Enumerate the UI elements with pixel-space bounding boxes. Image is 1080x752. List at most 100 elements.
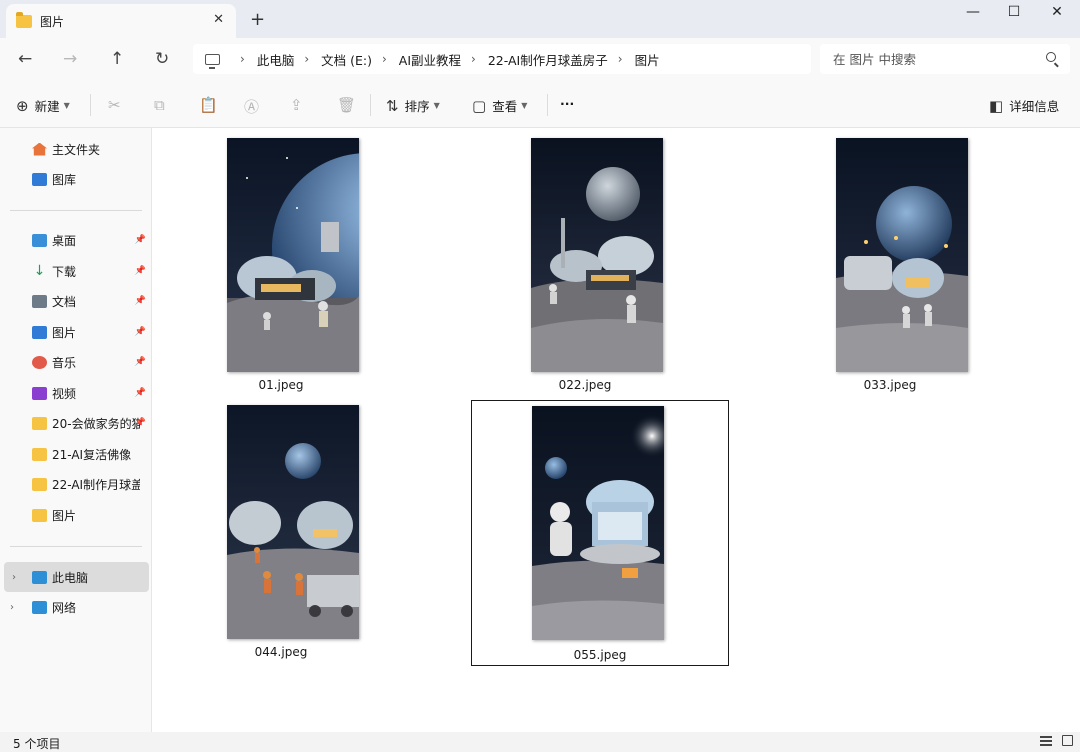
sidebar-item-label: 20-会做家务的猫 [52,416,140,431]
maximize-button[interactable]: ☐ [999,4,1029,20]
image-thumbnail [227,138,359,372]
pin-icon[interactable]: 📌 [135,388,146,398]
rename-icon: Ⓐ [244,98,260,116]
back-button[interactable]: ← [18,49,32,69]
minimize-button[interactable]: — [958,4,988,20]
up-button[interactable]: ↑ [110,49,124,69]
breadcrumb-separator[interactable]: › [618,52,623,66]
breadcrumb-this-pc[interactable]: 此电脑 [257,50,295,69]
item-count: 5 个项目 [13,737,61,751]
sidebar-item-folder-pictures[interactable]: 图片 [0,500,150,530]
file-item[interactable]: 01.jpeg [152,128,410,394]
home-icon [32,142,47,156]
sidebar-item-folder-22[interactable]: 22-AI制作月球盖房子 [0,469,150,499]
chevron-down-icon: ▼ [63,101,70,110]
sidebar-item-desktop[interactable]: 桌面 📌 [0,225,150,255]
sidebar-item-pictures[interactable]: 图片 📌 [0,317,150,347]
tab-close-button[interactable]: ✕ [213,12,224,27]
file-name: 055.jpeg [573,648,627,662]
computer-icon [205,53,220,69]
sidebar-item-label: 图片 [52,508,77,523]
video-icon [32,386,47,400]
file-item[interactable]: 033.jpeg [761,128,1019,394]
rename-button[interactable]: Ⓐ [244,96,265,117]
breadcrumb-separator[interactable]: › [304,52,309,66]
sidebar-divider [10,546,142,547]
network-icon [32,600,47,614]
tab-pictures[interactable]: 图片 ✕ [6,4,236,38]
sidebar-item-label: 图片 [52,325,77,340]
pictures-icon [32,325,47,339]
chevron-right-icon[interactable]: › [10,602,14,613]
sidebar-item-label: 音乐 [52,355,77,370]
new-label: 新建 [34,99,60,114]
status-bar: 5 个项目 [0,732,1080,752]
cut-button[interactable]: ✂ [108,96,127,114]
sidebar-item-gallery[interactable]: 图库 [0,164,150,194]
breadcrumb-ai-tutorial[interactable]: AI副业教程 [399,50,461,69]
sidebar-item-music[interactable]: 音乐 📌 [0,347,150,377]
sidebar-item-label: 视频 [52,386,77,401]
pin-icon[interactable]: 📌 [135,357,146,367]
copy-icon: ⧉ [154,96,165,114]
sidebar-item-folder-20[interactable]: 20-会做家务的猫 📌 [0,408,150,438]
clipboard-icon: 📋 [199,96,218,114]
trash-icon: 🗑 [337,96,357,114]
navigation-pane: 主文件夹 图库 桌面 📌 ↓ 下载 📌 文档 📌 图片 📌 音乐 📌 视频 📌 … [0,128,152,732]
pin-icon[interactable]: 📌 [135,235,146,245]
sidebar-item-this-pc[interactable]: › 此电脑 [4,562,149,592]
new-tab-button[interactable]: + [250,9,265,30]
forward-button[interactable]: → [63,49,77,69]
sidebar-item-label: 此电脑 [52,570,89,585]
file-item-selected[interactable]: 055.jpeg [471,400,729,666]
music-icon [32,355,47,369]
share-button[interactable]: ⇪ [290,96,309,114]
view-button[interactable]: ▢ 查看 ▼ [472,96,527,115]
sidebar-item-label: 网络 [52,600,77,615]
sidebar-item-network[interactable]: › 网络 [0,592,150,622]
toolbar-divider [370,94,371,116]
sidebar-item-label: 图库 [52,172,77,187]
details-label: 详细信息 [1009,99,1060,114]
pin-icon[interactable]: 📌 [135,418,146,428]
document-icon [32,294,47,308]
share-icon: ⇪ [290,96,303,114]
breadcrumb-documents-drive[interactable]: 文档 (E:) [321,50,372,69]
chevron-right-icon[interactable]: › [12,572,16,583]
refresh-button[interactable]: ↻ [155,49,169,69]
sidebar-item-label: 下载 [52,264,77,279]
sidebar-item-downloads[interactable]: ↓ 下载 📌 [0,256,150,286]
file-item[interactable]: 044.jpeg [152,395,410,661]
details-pane-button[interactable]: ◧ 详细信息 [989,96,1059,115]
search-box[interactable] [820,44,1070,74]
sidebar-item-videos[interactable]: 视频 📌 [0,378,150,408]
breadcrumb-separator[interactable]: › [382,52,387,66]
search-input[interactable] [833,51,1033,67]
copy-button[interactable]: ⧉ [154,96,171,114]
paste-button[interactable]: 📋 [199,96,224,114]
sidebar-item-folder-21[interactable]: 21-AI复活佛像 [0,439,150,469]
pin-icon[interactable]: 📌 [135,327,146,337]
breadcrumb-moon-house[interactable]: 22-AI制作月球盖房子 [488,50,608,69]
pin-icon[interactable]: 📌 [135,266,146,276]
sidebar-item-documents[interactable]: 文档 📌 [0,286,150,316]
breadcrumb-separator[interactable]: › [240,52,245,66]
sidebar-item-label: 22-AI制作月球盖房子 [52,477,140,492]
new-button[interactable]: ⊕ 新建 ▼ [16,96,70,115]
pin-icon[interactable]: 📌 [135,296,146,306]
details-view-icon[interactable] [1040,736,1052,746]
sidebar-item-home[interactable]: 主文件夹 [0,134,150,164]
tiles-view-icon[interactable] [1062,735,1073,746]
breadcrumb-pictures[interactable]: 图片 [635,50,660,69]
more-options-button[interactable]: ··· [560,96,574,111]
address-bar[interactable]: › 此电脑 › 文档 (E:) › AI副业教程 › 22-AI制作月球盖房子 … [193,44,811,74]
download-icon: ↓ [33,262,46,279]
plus-circle-icon: ⊕ [16,96,29,115]
sort-button[interactable]: ⇅ 排序 ▼ [386,96,440,115]
file-item[interactable]: 022.jpeg [456,128,714,394]
close-window-button[interactable]: ✕ [1042,4,1072,20]
file-name: 01.jpeg [258,378,304,392]
delete-button[interactable]: 🗑 [337,96,362,114]
breadcrumb-separator[interactable]: › [471,52,476,66]
file-grid: 01.jpeg 022.jpeg 033.jpeg 044.jpeg 055.j… [152,128,1080,732]
